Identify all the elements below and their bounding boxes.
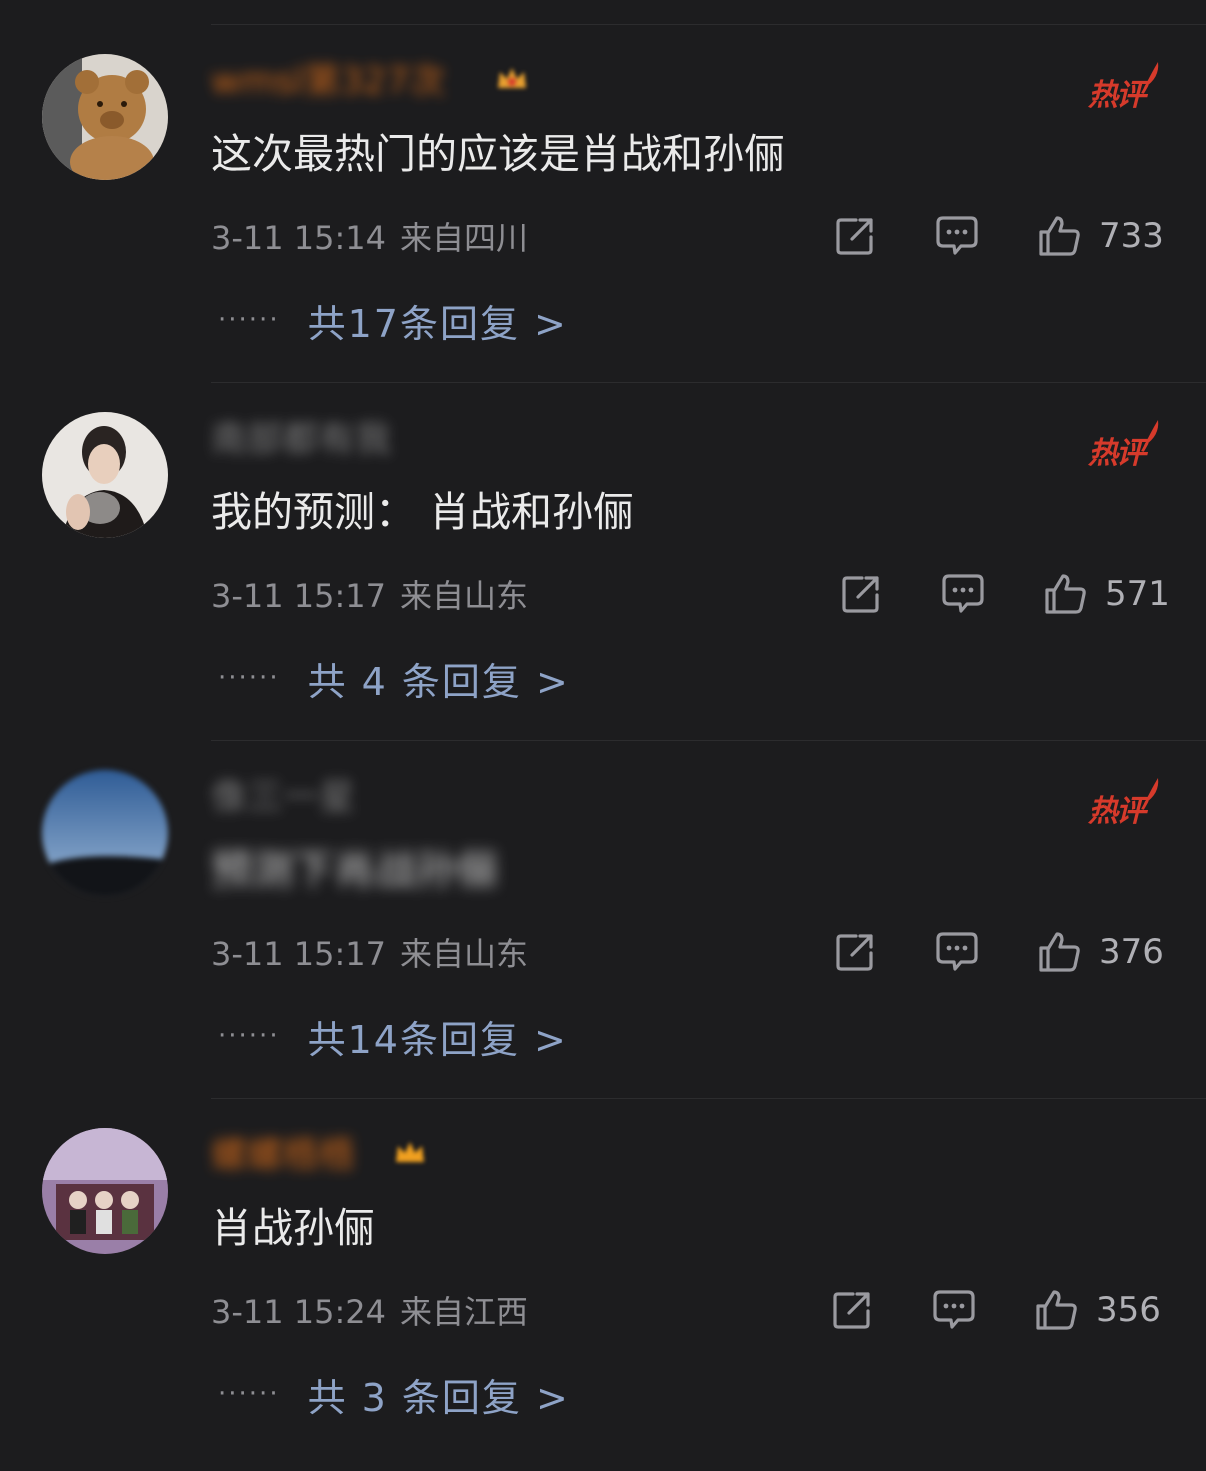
thumbs-up-icon [1036,1290,1077,1330]
share-button[interactable] [834,930,876,974]
hot-comment-badge: 热评 [1088,776,1162,832]
share-icon [836,218,873,255]
comment-meta: 3-11 15:17 来自山东 [211,574,528,618]
share-icon [836,934,873,971]
flame-icon [1144,420,1159,446]
avatar[interactable] [42,412,168,538]
reply-count-label: 共 3 条回复 > [307,1375,570,1420]
comment-text: 肖战孙俪 [211,1204,375,1252]
comment-meta: 3-11 15:24 来自江西 [211,1290,528,1334]
username[interactable]: 螺螺梧梧 [211,1134,355,1178]
view-replies-link[interactable]: ······ 共 4 条回复 > [218,652,570,704]
comment-button[interactable] [932,1288,976,1332]
view-replies-link[interactable]: ······ 共17条回复 > [218,294,568,346]
dots-separator: ······ [218,305,280,335]
like-count: 733 [1099,216,1164,256]
dots-separator: ······ [218,1021,280,1051]
comment-region: 来自江西 [400,1293,529,1331]
divider [211,1098,1206,1099]
like-button[interactable]: 356 [1034,1288,1161,1332]
share-button[interactable] [834,214,876,258]
hot-comment-badge: 热评 [1088,60,1162,116]
comment-text: 我的预测： 肖战和孙俪 [211,488,635,536]
comment-button[interactable] [941,572,985,616]
comment-time: 3-11 15:14 [211,219,387,257]
like-count: 571 [1105,574,1170,614]
comment-icon [933,1290,975,1329]
thumbs-up-icon [1045,574,1086,614]
comment-region: 来自山东 [400,935,529,973]
view-replies-link[interactable]: ······ 共14条回复 > [218,1010,568,1062]
flame-icon [1144,778,1159,804]
reply-count-label: 共14条回复 > [307,1017,568,1062]
comment-item: wmsl第327次 热评 这次最热门的应该是肖战和孙俪 3-11 15:14 来自… [0,24,1206,382]
username[interactable]: 像三一星 [211,776,355,820]
comment-time: 3-11 15:17 [211,577,387,615]
share-icon [842,576,879,613]
divider [211,740,1206,741]
share-button[interactable] [840,572,882,616]
divider [211,382,1206,383]
like-button[interactable]: 733 [1037,214,1164,258]
comment-item: 像三一星 热评 预测下肖战孙俪 3-11 15:17 来自山东 376 ····… [0,740,1206,1098]
comment-time: 3-11 15:17 [211,935,387,973]
avatar[interactable] [42,54,168,180]
comment-feed: wmsl第327次 热评 这次最热门的应该是肖战和孙俪 3-11 15:14 来自… [0,0,1206,1471]
comment-button[interactable] [935,214,979,258]
flame-icon [1144,62,1159,88]
username[interactable]: wmsl第327次 [211,60,445,104]
comment-button[interactable] [935,930,979,974]
share-button[interactable] [831,1288,873,1332]
comment-icon [936,216,978,255]
like-button[interactable]: 376 [1037,930,1164,974]
comment-icon [936,932,978,971]
comment-meta: 3-11 15:17 来自山东 [211,932,528,976]
crown-icon [396,1142,424,1162]
share-icon [833,1292,870,1329]
comment-icon [942,574,984,613]
comment-region: 来自四川 [400,219,529,257]
thumbs-up-icon [1039,216,1080,256]
like-count: 376 [1099,932,1164,972]
username[interactable]: 南部都有我 [211,418,391,462]
divider [211,24,1206,25]
comment-text: 这次最热门的应该是肖战和孙俪 [211,130,785,178]
avatar[interactable] [42,1128,168,1254]
thumbs-up-icon [1039,932,1080,972]
reply-count-label: 共 4 条回复 > [307,659,570,704]
hot-comment-badge: 热评 [1088,418,1162,474]
comment-meta: 3-11 15:14 来自四川 [211,216,528,260]
crown-icon [498,68,526,88]
comment-item: 螺螺梧梧 肖战孙俪 3-11 15:24 来自江西 356 ······ 共 3… [0,1098,1206,1456]
comment-time: 3-11 15:24 [211,1293,387,1331]
view-replies-link[interactable]: ······ 共 3 条回复 > [218,1368,570,1420]
dots-separator: ······ [218,663,280,693]
like-button[interactable]: 571 [1043,572,1170,616]
like-count: 356 [1096,1290,1161,1330]
comment-region: 来自山东 [400,577,529,615]
comment-item: 南部都有我 热评 我的预测： 肖战和孙俪 3-11 15:17 来自山东 571… [0,382,1206,740]
comment-text: 预测下肖战孙俪 [211,846,498,894]
dots-separator: ······ [218,1379,280,1409]
reply-count-label: 共17条回复 > [307,301,568,346]
avatar[interactable] [42,770,168,896]
